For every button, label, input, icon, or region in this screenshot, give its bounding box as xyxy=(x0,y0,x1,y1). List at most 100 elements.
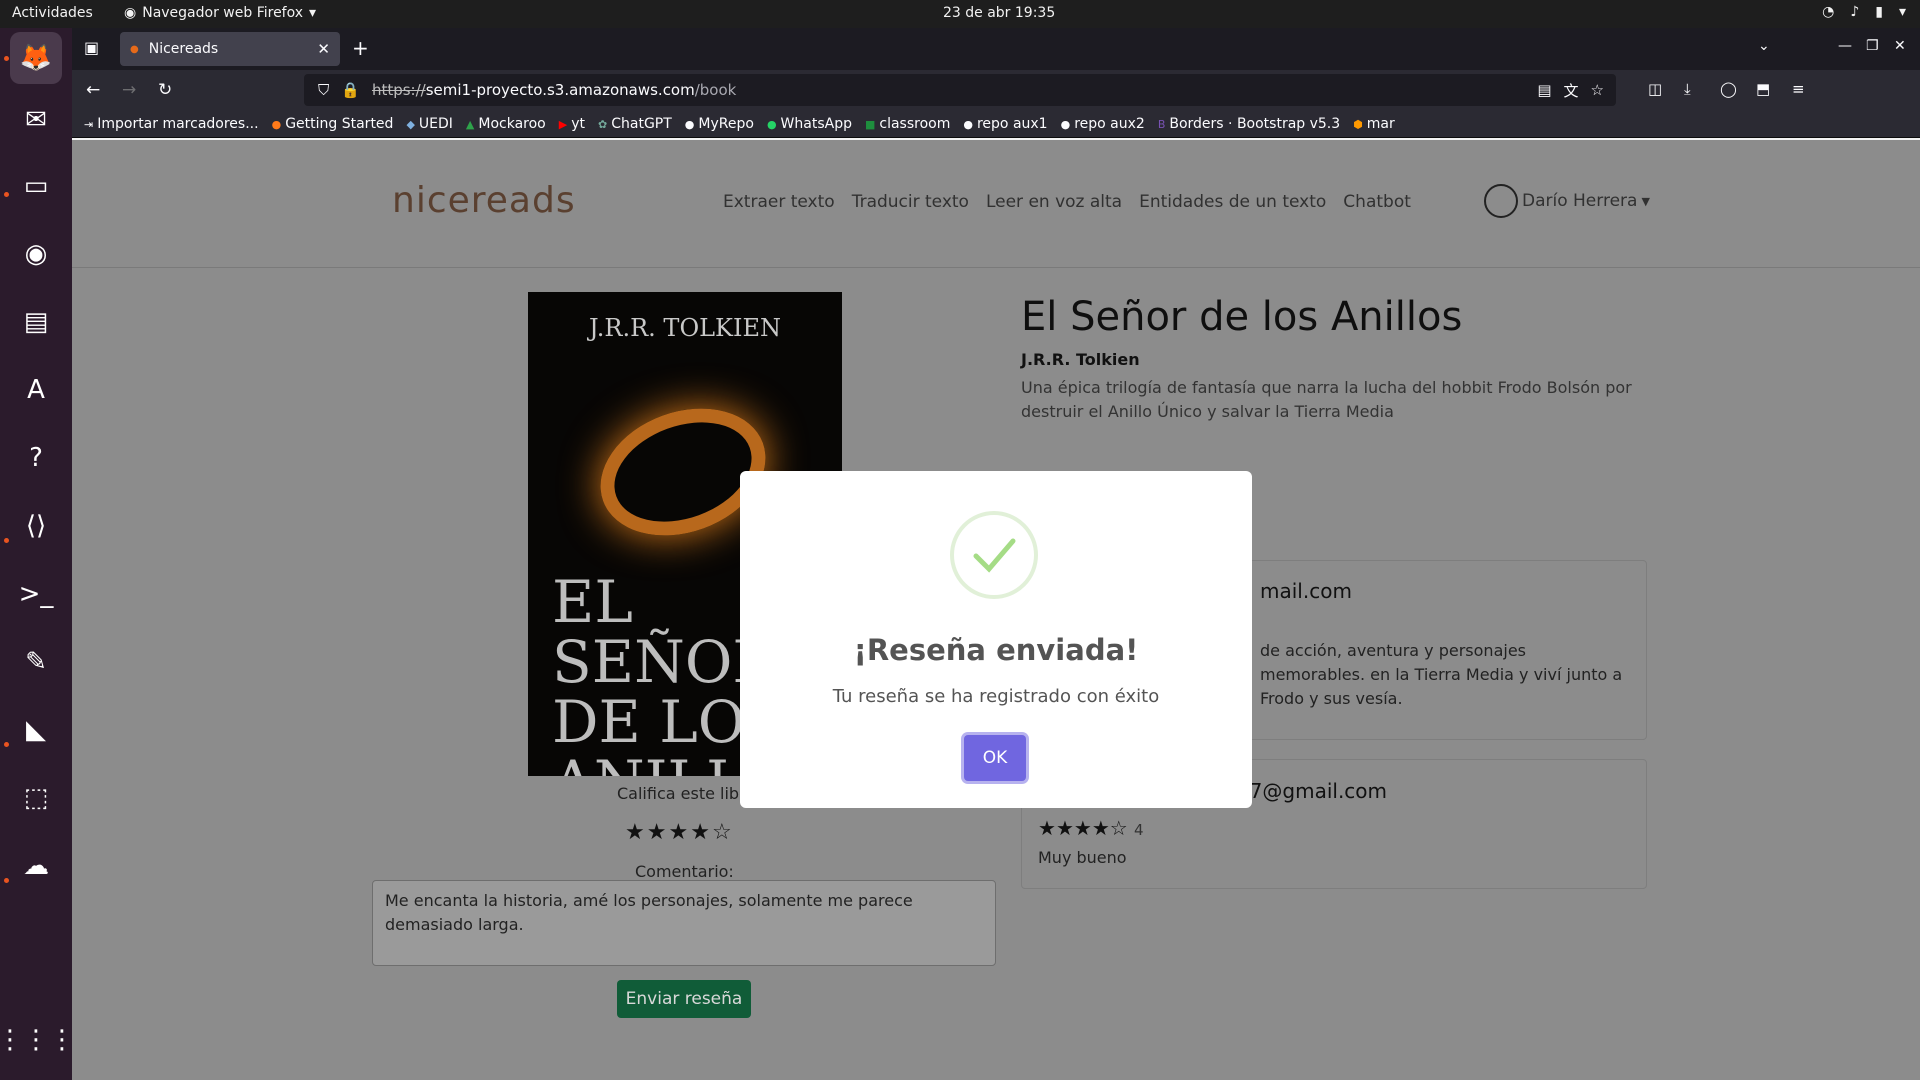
mysql-workbench-dock-icon[interactable]: ◣ xyxy=(10,704,62,756)
site-header: nicereads Extraer texto Traducir texto L… xyxy=(72,140,1920,268)
bookmark-item[interactable]: ⬢ mar xyxy=(1353,116,1395,132)
running-indicator xyxy=(4,56,9,61)
minimize-icon[interactable]: — xyxy=(1838,38,1852,54)
account-icon[interactable]: ◯ xyxy=(1720,80,1737,98)
site-nav: Extraer texto Traducir texto Leer en voz… xyxy=(723,192,1411,212)
nav-leer-en-voz-alta[interactable]: Leer en voz alta xyxy=(986,192,1122,212)
star-icon: ★ xyxy=(1091,816,1110,840)
system-top-bar: Actividades ◉ Navegador web Firefox ▾ 23 d… xyxy=(0,0,1920,28)
bookmark-item[interactable]: ▶ yt xyxy=(559,116,585,132)
site-logo[interactable]: nicereads xyxy=(392,180,576,221)
comment-textarea[interactable]: Me encanta la historia, amé los personaj… xyxy=(372,880,996,966)
youtube-icon: ▶ xyxy=(558,117,568,131)
forward-icon[interactable]: → xyxy=(122,80,136,100)
bookmark-label: Importar marcadores... xyxy=(97,115,259,132)
aws-icon: ⬢ xyxy=(1353,117,1363,131)
nav-traducir-texto[interactable]: Traducir texto xyxy=(852,192,969,212)
bookmark-label: yt xyxy=(571,115,586,132)
screenshot-dock-icon[interactable]: ⬚ xyxy=(10,772,62,824)
list-tabs-icon[interactable]: ⌄ xyxy=(1758,38,1770,54)
nav-entidades[interactable]: Entidades de un texto xyxy=(1139,192,1326,212)
running-indicator xyxy=(4,538,9,543)
running-indicator xyxy=(4,192,9,197)
bookmarks-toolbar: ⇥ Importar marcadores... ● Getting Started… xyxy=(72,110,1920,138)
files-dock-icon[interactable]: ▭ xyxy=(10,160,62,212)
close-window-icon[interactable]: ✕ xyxy=(1894,38,1906,54)
url-path: /book xyxy=(694,81,737,99)
firefox-window: ▣ ● Nicereads ✕ + ⌄ — ❐ ✕ ← → ↻ ⛉ 🔒 http… xyxy=(72,28,1920,1080)
bookmark-item[interactable]: ◆ UEDI xyxy=(406,116,452,132)
review-rating-value: 4 xyxy=(1134,821,1144,839)
star-icon[interactable]: ★ xyxy=(625,820,647,845)
star-empty-icon[interactable]: ☆ xyxy=(712,820,734,845)
whatsapp-icon: ● xyxy=(766,117,777,131)
help-dock-icon[interactable]: ? xyxy=(10,432,62,484)
bookmark-label: Mockaroo xyxy=(478,115,546,132)
dock: 🦊 ✉ ▭ ◉ ▤ A ? ⟨⟩ >_ ✎ ◣ ⬚ ☁ ⋮⋮⋮ xyxy=(0,28,75,1080)
activities-button[interactable]: Actividades xyxy=(12,5,93,21)
url-bar[interactable]: ⛉ 🔒 https://semi1-proyecto.s3.amazonaws.… xyxy=(304,74,1616,106)
new-tab-button[interactable]: + xyxy=(352,36,369,60)
show-apps-icon[interactable]: ⋮⋮⋮ xyxy=(0,1014,75,1066)
volume-icon: ♪ xyxy=(1850,4,1860,20)
system-tray[interactable]: ◔ ♪ ▮ ▾ xyxy=(1822,4,1906,20)
reader-view-icon[interactable]: ▤ xyxy=(1537,81,1551,99)
close-tab-icon[interactable]: ✕ xyxy=(317,40,330,58)
star-icon[interactable]: ★ xyxy=(668,820,690,845)
extensions-icon[interactable]: ⬒ xyxy=(1756,80,1770,98)
chevron-down-icon: ▾ xyxy=(309,5,317,21)
bookmark-item[interactable]: ▲ Mockaroo xyxy=(466,116,546,132)
menu-icon[interactable]: ≡ xyxy=(1792,80,1805,98)
bookmark-item[interactable]: ● repo aux2 xyxy=(1061,116,1145,132)
tab-manager-icon[interactable]: ▣ xyxy=(84,38,99,57)
user-menu[interactable]: Darío Herrera ▼ xyxy=(1484,184,1650,218)
downloads-icon[interactable]: ⤓ xyxy=(1684,80,1691,98)
ok-button[interactable]: OK xyxy=(964,735,1026,781)
star-icon: ★ xyxy=(1038,816,1056,840)
chevron-down-icon: ▾ xyxy=(1898,4,1906,20)
cloud-dock-icon[interactable]: ☁ xyxy=(10,840,62,892)
vscode-dock-icon[interactable]: ⟨⟩ xyxy=(10,500,62,552)
rate-label: Califica este libro xyxy=(617,784,756,803)
bookmark-item[interactable]: ● repo aux1 xyxy=(963,116,1047,132)
shield-icon[interactable]: ⛉ xyxy=(318,81,329,99)
url-host: semi1-proyecto.s3.amazonaws.com xyxy=(425,81,695,99)
firefox-dock-icon[interactable]: 🦊 xyxy=(10,32,62,84)
clock[interactable]: 23 de abr 19:35 xyxy=(943,5,1055,21)
classroom-icon: ■ xyxy=(864,117,876,131)
bookmark-item[interactable]: ⇥ Importar marcadores... xyxy=(84,116,259,132)
app-menu-label: Navegador web Firefox xyxy=(142,5,304,21)
bookmark-item[interactable]: ● WhatsApp xyxy=(767,116,852,132)
bookmark-label: classroom xyxy=(879,115,951,132)
software-dock-icon[interactable]: A xyxy=(10,364,62,416)
bookmark-item[interactable]: ■ classroom xyxy=(865,116,950,132)
terminal-dock-icon[interactable]: >_ xyxy=(10,568,62,620)
review-text: Muy bueno xyxy=(1038,848,1127,867)
postman-dock-icon[interactable]: ✎ xyxy=(10,636,62,688)
favicon-icon: ● xyxy=(130,43,139,55)
thunderbird-dock-icon[interactable]: ✉ xyxy=(10,94,62,146)
bookmark-item[interactable]: ● Getting Started xyxy=(272,116,394,132)
bookmark-star-icon[interactable]: ☆ xyxy=(1591,81,1604,99)
app-menu[interactable]: ◉ Navegador web Firefox ▾ xyxy=(124,5,316,21)
bookmark-item[interactable]: B Borders · Bootstrap v5.3 xyxy=(1158,116,1340,132)
writer-dock-icon[interactable]: ▤ xyxy=(10,296,62,348)
restore-icon[interactable]: ❐ xyxy=(1866,38,1879,54)
nav-chatbot[interactable]: Chatbot xyxy=(1343,192,1411,212)
back-icon[interactable]: ← xyxy=(86,80,100,100)
modal-title: ¡Reseña enviada! xyxy=(853,633,1139,667)
tab-nicereads[interactable]: ● Nicereads ✕ xyxy=(120,32,340,66)
submit-review-button[interactable]: Enviar reseña xyxy=(617,980,751,1018)
pocket-icon[interactable]: ◫ xyxy=(1648,80,1662,98)
translate-icon[interactable]: 文 xyxy=(1564,80,1579,101)
nav-extraer-texto[interactable]: Extraer texto xyxy=(723,192,835,212)
bookmark-item[interactable]: ● MyRepo xyxy=(685,116,754,132)
lock-icon[interactable]: 🔒 xyxy=(341,81,360,99)
rhythmbox-dock-icon[interactable]: ◉ xyxy=(10,228,62,280)
success-check-icon xyxy=(950,511,1038,599)
star-rating-input[interactable]: ★★★★☆ xyxy=(625,820,734,845)
reload-icon[interactable]: ↻ xyxy=(158,80,172,100)
bookmark-item[interactable]: ✿ ChatGPT xyxy=(598,116,672,132)
star-icon[interactable]: ★ xyxy=(647,820,669,845)
star-icon[interactable]: ★ xyxy=(690,820,712,845)
